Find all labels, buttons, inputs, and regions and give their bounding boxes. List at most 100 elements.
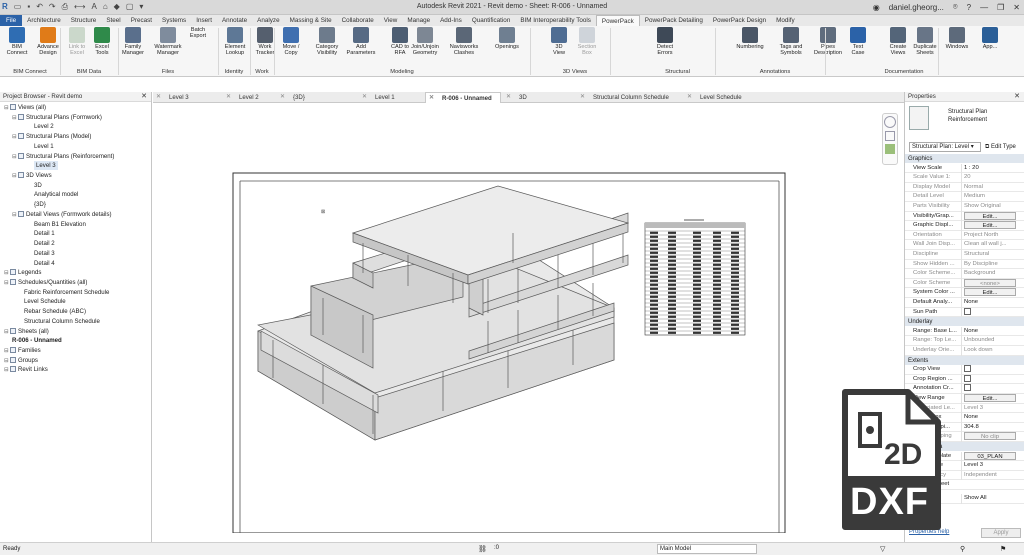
pipes-description-button[interactable]: Pipes Description bbox=[813, 27, 843, 57]
browser-item[interactable]: Analytical model bbox=[34, 190, 78, 199]
browser-item[interactable]: Structural Column Schedule bbox=[24, 317, 100, 326]
ribbon-tab-bim-interoperability-tools[interactable]: BIM Interoperability Tools bbox=[515, 15, 596, 26]
property-value[interactable]: 1 : 20 bbox=[961, 163, 1021, 174]
browser-item[interactable]: ⊟ Views (all) bbox=[4, 103, 46, 112]
bim-connect-button[interactable]: BIM Connect bbox=[2, 27, 32, 57]
property-row[interactable]: Graphic Displ... Edit... bbox=[905, 221, 1024, 232]
property-row[interactable]: View Scale 1 : 20 bbox=[905, 163, 1024, 174]
close-tab-icon[interactable]: ✕ bbox=[156, 92, 161, 103]
property-row[interactable]: Wall Join Disp... Clean all wall j... bbox=[905, 240, 1024, 250]
select-pinned-icon[interactable]: ⚑ bbox=[1000, 545, 1006, 553]
design-option-selector[interactable]: Main Model bbox=[657, 544, 757, 554]
browser-item[interactable]: Detail 1 bbox=[34, 229, 55, 238]
ribbon-tab-steel[interactable]: Steel bbox=[101, 15, 125, 26]
property-value[interactable]: Medium bbox=[961, 192, 1021, 202]
ribbon-tab-powerpack-design[interactable]: PowerPack Design bbox=[708, 15, 771, 26]
section-box-button[interactable]: Section Box bbox=[572, 27, 602, 57]
edit-button[interactable]: Edit... bbox=[964, 211, 1016, 220]
excel-tools-button[interactable]: Excel Tools bbox=[87, 27, 117, 57]
property-group-header[interactable]: Extents bbox=[905, 355, 1024, 365]
view-tab[interactable]: ✕ Level 2 bbox=[223, 92, 275, 103]
tags-symbols-button[interactable]: Tags and Symbols bbox=[776, 27, 806, 57]
edit-button[interactable]: <none> bbox=[964, 278, 1016, 287]
property-value[interactable]: None bbox=[961, 298, 1021, 308]
browser-item[interactable]: {3D} bbox=[34, 200, 46, 209]
ribbon-tab-architecture[interactable]: Architecture bbox=[22, 15, 66, 26]
view-tab[interactable]: ✕ Level Schedule bbox=[684, 92, 754, 103]
close-tab-icon[interactable]: ✕ bbox=[687, 92, 692, 103]
select-links-icon[interactable]: ⚲ bbox=[960, 545, 965, 553]
property-row[interactable]: Display Model Normal bbox=[905, 182, 1024, 193]
ribbon-tab-analyze[interactable]: Analyze bbox=[252, 15, 284, 26]
property-value[interactable]: None bbox=[961, 326, 1021, 337]
numbering-button[interactable]: Numbering bbox=[735, 27, 765, 50]
property-row[interactable]: Color Scheme... Background bbox=[905, 269, 1024, 279]
view-tab[interactable]: ✕ 3D bbox=[503, 92, 575, 103]
view-tab[interactable]: ✕ R-006 - Unnamed bbox=[425, 92, 501, 103]
property-value[interactable]: Project North bbox=[961, 230, 1021, 241]
property-value[interactable]: 20 bbox=[961, 173, 1021, 183]
browser-item[interactable]: ⊟ Revit Links bbox=[4, 365, 48, 374]
ribbon-tab-structure[interactable]: Structure bbox=[66, 15, 102, 26]
browser-item[interactable]: Detail 2 bbox=[34, 239, 55, 248]
view-tab[interactable]: ✕ Structural Column Schedule bbox=[577, 92, 682, 103]
ribbon-tab-manage[interactable]: Manage bbox=[402, 15, 435, 26]
property-row[interactable]: Orientation Project North bbox=[905, 230, 1024, 241]
property-row[interactable]: Detail Level Medium bbox=[905, 192, 1024, 202]
close-tab-icon[interactable]: ✕ bbox=[580, 92, 585, 103]
zoom-icon[interactable] bbox=[885, 131, 895, 141]
create-views-button[interactable]: Create Views bbox=[883, 27, 913, 57]
app-button[interactable]: App... bbox=[975, 27, 1005, 50]
property-row[interactable]: Show Hidden ... By Discipline bbox=[905, 259, 1024, 270]
close-tab-icon[interactable]: ✕ bbox=[506, 92, 511, 103]
ribbon-tab-collaborate[interactable]: Collaborate bbox=[337, 15, 379, 26]
batch-export-button[interactable]: Batch Export bbox=[183, 27, 213, 40]
ribbon-tab-view[interactable]: View bbox=[379, 15, 403, 26]
restore-icon[interactable]: ❐ bbox=[997, 3, 1004, 12]
join-geometry-button[interactable]: Join/Unjoin Geometry bbox=[410, 27, 440, 57]
property-row[interactable]: Parts Visibility Show Original bbox=[905, 202, 1024, 212]
property-value[interactable]: None bbox=[961, 413, 1021, 423]
property-row[interactable]: Sun Path bbox=[905, 307, 1024, 319]
property-value[interactable]: 304.8 bbox=[961, 422, 1021, 433]
help-icon[interactable]: ? bbox=[967, 3, 971, 12]
openings-button[interactable]: Openings bbox=[492, 27, 522, 50]
cart-icon[interactable]: ⌾ bbox=[953, 2, 958, 12]
browser-item[interactable]: Rebar Schedule (ABC) bbox=[24, 307, 86, 316]
detect-errors-button[interactable]: Detect Errors bbox=[650, 27, 680, 57]
text-case-button[interactable]: Text Case bbox=[843, 27, 873, 57]
browser-item[interactable]: Level 1 bbox=[34, 142, 54, 151]
minimize-icon[interactable]: — bbox=[980, 3, 988, 12]
edit-type-button[interactable]: ⧉ Edit Type bbox=[985, 142, 1016, 152]
property-value[interactable]: Level 3 bbox=[961, 403, 1021, 414]
property-value[interactable]: Show Original bbox=[961, 202, 1021, 212]
type-selector[interactable]: Structural Plan: Level ▾ bbox=[909, 142, 981, 152]
property-row[interactable]: Crop Region ... bbox=[905, 374, 1024, 386]
browser-item[interactable]: ⊟ Structural Plans (Model) bbox=[12, 132, 91, 141]
view-tab[interactable]: ✕ Level 3 bbox=[153, 92, 221, 103]
close-icon[interactable]: ✕ bbox=[1013, 3, 1020, 12]
property-row[interactable]: Color Scheme <none> bbox=[905, 278, 1024, 290]
edit-button[interactable]: 03_PLAN bbox=[964, 451, 1016, 460]
browser-item[interactable]: Level 2 bbox=[34, 122, 54, 131]
property-row[interactable]: System Color ... Edit... bbox=[905, 288, 1024, 299]
property-value[interactable]: Clean all wall j... bbox=[961, 240, 1021, 250]
drawing-canvas[interactable]: ⊠ bbox=[153, 103, 904, 534]
element-lookup-button[interactable]: Element Lookup bbox=[220, 27, 250, 57]
apply-button[interactable]: Apply bbox=[981, 528, 1021, 538]
browser-item[interactable]: ⊟ 3D Views bbox=[12, 171, 52, 180]
ribbon-tab-precast[interactable]: Precast bbox=[126, 15, 157, 26]
property-value[interactable]: Level 3 bbox=[961, 461, 1021, 471]
move-copy-button[interactable]: Move / Copy bbox=[276, 27, 306, 57]
edit-button[interactable]: Edit... bbox=[964, 288, 1016, 297]
property-value[interactable]: Structural bbox=[961, 250, 1021, 260]
user-icon[interactable]: ◉ bbox=[873, 3, 880, 12]
steering-wheel-icon[interactable] bbox=[884, 116, 896, 128]
close-icon[interactable]: ✕ bbox=[1014, 92, 1020, 102]
property-value[interactable]: By Discipline bbox=[961, 259, 1021, 270]
edit-button[interactable]: No clip bbox=[964, 432, 1016, 441]
property-value[interactable]: Independent bbox=[961, 470, 1021, 481]
property-row[interactable]: Underlay Orie... Look down bbox=[905, 346, 1024, 356]
browser-item[interactable]: ⊟ Structural Plans (Reinforcement) bbox=[12, 152, 114, 161]
worksets-icon[interactable]: ⛓ bbox=[478, 545, 487, 553]
